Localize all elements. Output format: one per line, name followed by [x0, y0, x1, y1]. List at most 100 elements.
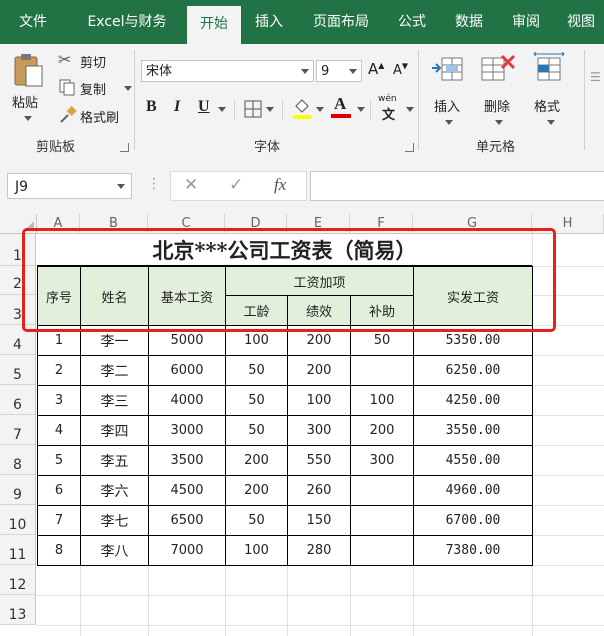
row-header-6[interactable]: 6	[0, 385, 36, 415]
cell-seniority[interactable]: 50	[225, 415, 288, 446]
cell-performance[interactable]: 300	[287, 415, 351, 446]
cut-button[interactable]: ✂ 剪切	[58, 50, 128, 72]
cell-performance[interactable]: 100	[287, 385, 351, 416]
header-cell-seniority[interactable]: 工龄	[225, 295, 288, 326]
bold-button[interactable]: B	[146, 98, 157, 116]
chevron-down-icon[interactable]	[218, 107, 226, 112]
paste-button[interactable]: 粘贴	[8, 52, 50, 132]
column-header-h[interactable]: H	[532, 214, 604, 234]
column-header-e[interactable]: E	[287, 214, 350, 234]
row-header-3[interactable]: 3	[0, 295, 36, 325]
row-header-7[interactable]: 7	[0, 415, 36, 445]
cell-name[interactable]: 李五	[80, 445, 149, 476]
cell-subsidy[interactable]	[350, 475, 414, 506]
header-cell-base-salary[interactable]: 基本工资	[148, 266, 226, 326]
tab-home[interactable]: 开始	[187, 6, 241, 44]
cell-subsidy[interactable]: 100	[350, 385, 414, 416]
cell-performance[interactable]: 550	[287, 445, 351, 476]
cell-base[interactable]: 4000	[148, 385, 226, 416]
name-box[interactable]: J9	[7, 173, 132, 199]
cell-seniority[interactable]: 50	[225, 385, 288, 416]
cell-name[interactable]: 李二	[80, 355, 149, 386]
phonetic-guide-button[interactable]: wén 文	[378, 94, 400, 123]
tab-review[interactable]: 审阅	[500, 0, 552, 44]
cell-base[interactable]: 5000	[148, 325, 226, 356]
cell-subsidy[interactable]	[350, 355, 414, 386]
cell-name[interactable]: 李一	[80, 325, 149, 356]
fill-color-icon[interactable]	[292, 96, 312, 120]
cell-seq[interactable]: 4	[37, 415, 81, 446]
header-cell-name[interactable]: 姓名	[80, 266, 149, 326]
header-cell-actual-pay[interactable]: 实发工资	[413, 266, 533, 326]
cell-actual[interactable]: 3550.00	[413, 415, 533, 446]
row-header-12[interactable]: 12	[0, 565, 36, 595]
cell-actual[interactable]: 7380.00	[413, 535, 533, 566]
cell-subsidy[interactable]	[350, 535, 414, 566]
column-header-c[interactable]: C	[148, 214, 225, 234]
insert-function-button[interactable]: fx	[274, 175, 286, 195]
clipboard-dialog-launcher-icon[interactable]	[120, 143, 129, 152]
cell-base[interactable]: 6500	[148, 505, 226, 536]
row-header-10[interactable]: 10	[0, 505, 36, 535]
row-header-8[interactable]: 8	[0, 445, 36, 475]
header-cell-subsidy[interactable]: 补助	[350, 295, 414, 326]
cell-name[interactable]: 李七	[80, 505, 149, 536]
decrease-font-size-button[interactable]: A▼	[393, 62, 408, 78]
column-header-b[interactable]: B	[80, 214, 148, 234]
italic-button[interactable]: I	[174, 98, 180, 116]
cell-subsidy[interactable]	[350, 505, 414, 536]
borders-icon[interactable]	[244, 100, 262, 118]
underline-button[interactable]: U	[198, 98, 210, 116]
sheet-title-cell[interactable]: 北京***公司工资表（简易）	[37, 234, 532, 266]
column-header-d[interactable]: D	[225, 214, 287, 234]
insert-cells-button[interactable]: 插入	[426, 50, 470, 130]
column-header-f[interactable]: F	[350, 214, 413, 234]
cell-actual[interactable]: 6250.00	[413, 355, 533, 386]
cell-name[interactable]: 李三	[80, 385, 149, 416]
cancel-icon[interactable]: ✕	[184, 175, 198, 195]
delete-cells-button[interactable]: 删除	[476, 50, 520, 130]
cell-subsidy[interactable]: 300	[350, 445, 414, 476]
cell-base[interactable]: 3000	[148, 415, 226, 446]
header-cell-seq[interactable]: 序号	[37, 266, 81, 326]
cell-name[interactable]: 李四	[80, 415, 149, 446]
row-header-4[interactable]: 4	[0, 325, 36, 355]
format-cells-button[interactable]: 格式	[528, 50, 572, 130]
column-header-g[interactable]: G	[413, 214, 532, 234]
cell-actual[interactable]: 4960.00	[413, 475, 533, 506]
header-cell-salary-additions[interactable]: 工资加项	[225, 266, 414, 296]
cell-performance[interactable]: 260	[287, 475, 351, 506]
cell-performance[interactable]: 280	[287, 535, 351, 566]
cell-seq[interactable]: 1	[37, 325, 81, 356]
row-header-5[interactable]: 5	[0, 355, 36, 385]
cell-base[interactable]: 3500	[148, 445, 226, 476]
chevron-down-icon[interactable]	[406, 107, 414, 112]
row-header-1[interactable]: 1	[0, 234, 36, 266]
cell-actual[interactable]: 6700.00	[413, 505, 533, 536]
cell-seq[interactable]: 5	[37, 445, 81, 476]
cell-seq[interactable]: 3	[37, 385, 81, 416]
cell-seniority[interactable]: 200	[225, 445, 288, 476]
cell-seniority[interactable]: 100	[225, 535, 288, 566]
enter-check-icon[interactable]: ✓	[229, 175, 243, 195]
cell-name[interactable]: 李六	[80, 475, 149, 506]
chevron-down-icon[interactable]	[316, 107, 324, 112]
cell-actual[interactable]: 4250.00	[413, 385, 533, 416]
font-color-button[interactable]: A	[330, 94, 352, 120]
font-name-select[interactable]: 宋体	[141, 60, 314, 82]
cell-subsidy[interactable]: 50	[350, 325, 414, 356]
cell-actual[interactable]: 4550.00	[413, 445, 533, 476]
format-painter-button[interactable]: 格式刷	[58, 105, 134, 127]
row-header-2[interactable]: 2	[0, 266, 36, 295]
cell-seniority[interactable]: 50	[225, 355, 288, 386]
row-header-11[interactable]: 11	[0, 535, 36, 565]
cell-seniority[interactable]: 50	[225, 505, 288, 536]
cell-seniority[interactable]: 200	[225, 475, 288, 506]
cell-base[interactable]: 4500	[148, 475, 226, 506]
cell-name[interactable]: 李八	[80, 535, 149, 566]
tab-file[interactable]: 文件	[4, 0, 62, 44]
cell-performance[interactable]: 200	[287, 355, 351, 386]
column-header-a[interactable]: A	[37, 214, 80, 234]
header-cell-performance[interactable]: 绩效	[287, 295, 351, 326]
font-size-select[interactable]: 9	[316, 60, 362, 82]
